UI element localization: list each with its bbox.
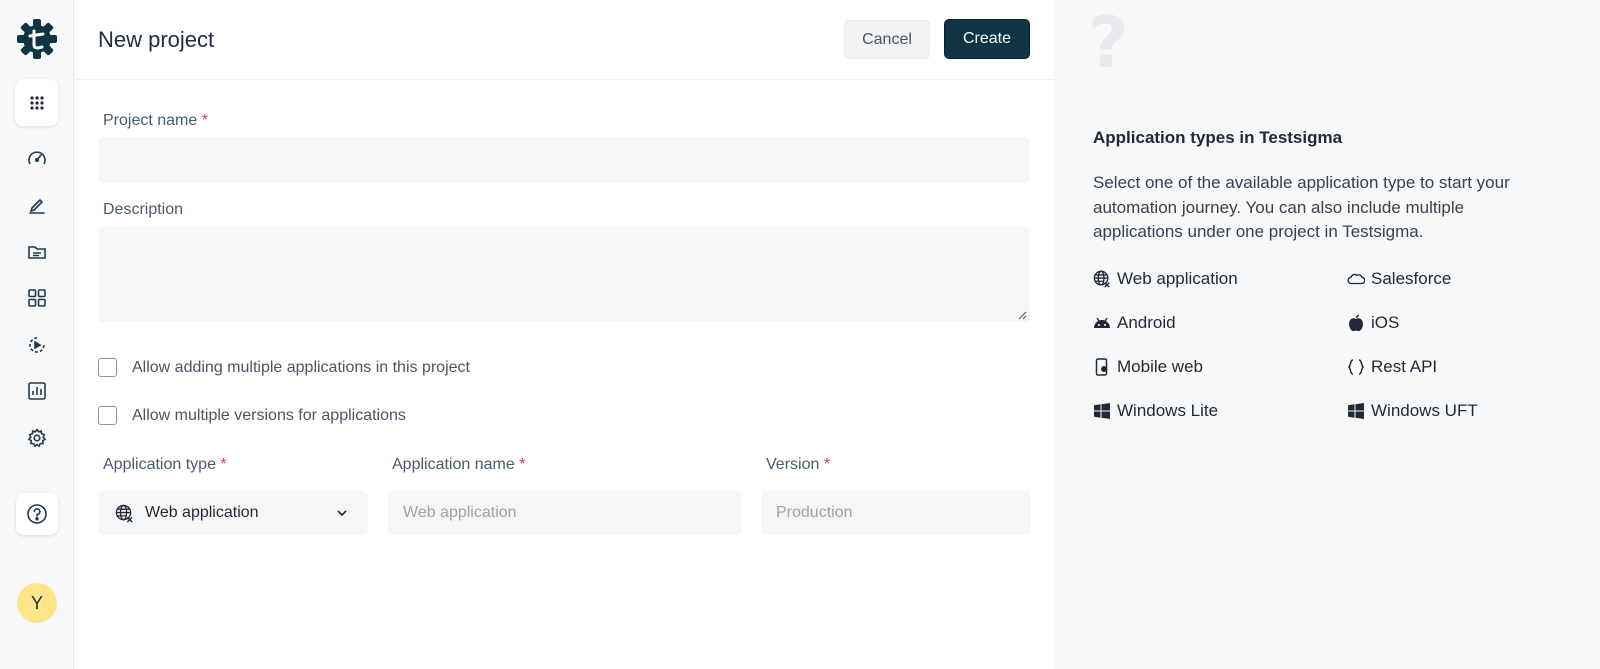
resize-grip-icon[interactable]: [1017, 310, 1027, 320]
version-input[interactable]: Production: [761, 491, 1031, 535]
allow-multiple-versions-label[interactable]: Allow multiple versions for applications: [132, 407, 406, 425]
app-type-mobile-web: Mobile web: [1093, 357, 1203, 377]
globe-icon: [115, 504, 133, 523]
required-asterisk: *: [201, 112, 208, 129]
panel-title: Application types in Testsigma: [1093, 128, 1343, 147]
app-type-rest-api: Rest API: [1347, 357, 1437, 377]
windows-icon: [1347, 402, 1365, 420]
application-name-label: Application name *: [392, 456, 526, 473]
dashboard-icon[interactable]: [25, 147, 49, 171]
settings-gear-icon[interactable]: [25, 426, 49, 450]
version-label: Version *: [766, 456, 831, 473]
required-asterisk: *: [519, 456, 526, 473]
version-placeholder: Production: [776, 504, 853, 521]
grid-dots-icon: [29, 95, 44, 110]
chevron-down-icon: [337, 510, 347, 517]
pencil-icon[interactable]: [25, 193, 49, 217]
user-avatar[interactable]: Y: [17, 583, 57, 623]
description-textarea[interactable]: [98, 227, 1030, 322]
page-title: New project: [98, 27, 215, 52]
application-name-placeholder: Web application: [403, 504, 517, 521]
help-button[interactable]: [16, 493, 58, 535]
question-circle-icon: [27, 504, 47, 524]
globe-icon: [1093, 270, 1111, 288]
panel-description: Select one of the available application …: [1093, 173, 1510, 241]
reports-icon[interactable]: [25, 379, 49, 403]
cloud-icon: [1347, 270, 1365, 288]
allow-multiple-apps-label[interactable]: Allow adding multiple applications in th…: [132, 359, 470, 377]
windows-icon: [1093, 402, 1111, 420]
app-type-ios: iOS: [1347, 313, 1399, 333]
cancel-button[interactable]: Cancel: [844, 20, 930, 59]
modules-grid-icon[interactable]: [25, 286, 49, 310]
app-type-android: Android: [1093, 313, 1176, 333]
info-panel: ? Application types in Testsigma Select …: [1054, 0, 1600, 669]
required-asterisk: *: [823, 456, 831, 473]
mobile-icon: [1093, 358, 1111, 376]
app-type-salesforce: Salesforce: [1347, 269, 1451, 289]
folder-icon[interactable]: [25, 240, 49, 264]
required-asterisk: *: [220, 456, 227, 473]
project-name-label: Project name *: [103, 112, 208, 129]
android-icon: [1093, 314, 1111, 332]
application-type-value: Web application: [145, 504, 259, 521]
apple-icon: [1347, 314, 1365, 332]
allow-multiple-apps-checkbox[interactable]: [98, 358, 117, 377]
app-type-web-application: Web application: [1093, 269, 1238, 289]
create-button[interactable]: Create: [944, 19, 1030, 59]
braces-icon: [1347, 358, 1365, 376]
application-type-label: Application type *: [103, 456, 227, 473]
app-type-windows-lite: Windows Lite: [1093, 401, 1218, 421]
question-mark-illustration-icon: ?: [1088, 2, 1129, 84]
apps-grid-button[interactable]: [15, 79, 58, 126]
testsigma-logo-icon[interactable]: [16, 18, 58, 60]
sidebar: Y: [0, 0, 74, 669]
new-project-form: New project Cancel Create Project name *…: [75, 0, 1054, 669]
allow-multiple-versions-checkbox[interactable]: [98, 406, 117, 425]
application-name-input[interactable]: Web application: [388, 491, 742, 535]
app-type-windows-uft: Windows UFT: [1347, 401, 1478, 421]
project-name-input[interactable]: [98, 137, 1030, 183]
run-icon[interactable]: [25, 333, 49, 357]
application-type-select[interactable]: Web application: [98, 491, 368, 535]
form-header: New project Cancel Create: [75, 0, 1054, 80]
description-label: Description: [103, 201, 184, 218]
